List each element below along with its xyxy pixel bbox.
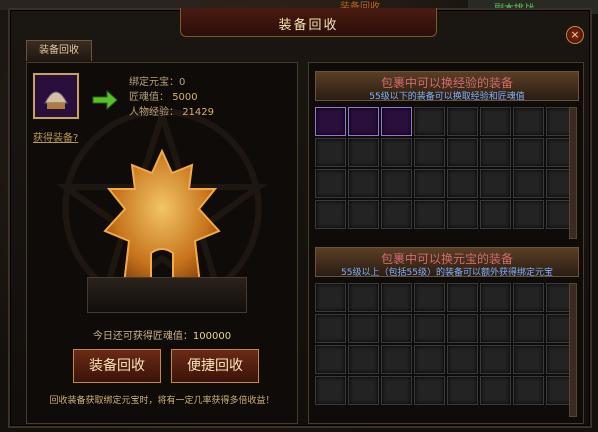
exp-label: 人物经验： <box>129 107 179 118</box>
equipment-slot[interactable] <box>414 169 445 198</box>
equipment-recycle-window: 装备回收 × 装备回收 绑定元宝：0 匠魂值： 5000 人物经验： 21429… <box>8 8 592 428</box>
equipment-slot[interactable] <box>513 283 544 312</box>
window-title: 装备回收 <box>278 18 339 33</box>
arrow-right-icon <box>92 89 118 111</box>
equipment-slot[interactable] <box>348 107 379 136</box>
equipment-slot[interactable] <box>414 345 445 374</box>
equipment-slot[interactable] <box>348 345 379 374</box>
exp-grid-scrollbar[interactable] <box>569 107 577 239</box>
recycle-item-slot[interactable] <box>33 73 79 119</box>
equipment-slot[interactable] <box>315 345 346 374</box>
equipment-slot[interactable] <box>480 169 511 198</box>
equipment-slot[interactable] <box>381 345 412 374</box>
recycle-pedestal <box>87 277 247 313</box>
equipment-slot[interactable] <box>480 200 511 229</box>
equipment-slot[interactable] <box>381 169 412 198</box>
equipment-slot[interactable] <box>315 200 346 229</box>
equipment-slot[interactable] <box>381 376 412 405</box>
equipment-slot[interactable] <box>513 314 544 343</box>
equipment-slot[interactable] <box>348 169 379 198</box>
today-value: 100000 <box>192 331 232 342</box>
equipment-slot[interactable] <box>513 345 544 374</box>
equipment-slot[interactable] <box>447 200 478 229</box>
equipment-slot[interactable] <box>315 107 346 136</box>
equipment-slot[interactable] <box>480 314 511 343</box>
equipment-slot[interactable] <box>447 107 478 136</box>
equipment-slot[interactable] <box>381 283 412 312</box>
today-soul-limit: 今日还可获得匠魂值：100000 <box>27 327 297 342</box>
recycle-button[interactable]: 装备回收 <box>73 349 161 383</box>
exp-equipment-grid <box>315 107 579 229</box>
close-button[interactable]: × <box>566 26 584 44</box>
equipment-slot[interactable] <box>513 169 544 198</box>
equipment-slot[interactable] <box>315 138 346 167</box>
equipment-slot[interactable] <box>447 169 478 198</box>
equipment-slot[interactable] <box>513 200 544 229</box>
equipment-slot[interactable] <box>414 107 445 136</box>
equipment-slot[interactable] <box>381 200 412 229</box>
gold-section-header: 包裹中可以换元宝的装备 55级以上（包括55级）的装备可以额外获得绑定元宝 <box>315 247 579 278</box>
equipment-slot[interactable] <box>480 107 511 136</box>
exp-section-subtitle: 55级以下的装备可以换取经验和匠魂值 <box>369 92 525 102</box>
recycle-bag-panel: 包裹中可以换经验的装备 55级以下的装备可以换取经验和匠魂值 包裹中可以换元宝的… <box>308 62 584 424</box>
helmet-item-icon <box>35 75 77 117</box>
equipment-slot[interactable] <box>414 283 445 312</box>
window-titlebar: 装备回收 <box>180 8 437 37</box>
equipment-slot[interactable] <box>447 283 478 312</box>
equipment-slot[interactable] <box>315 283 346 312</box>
equipment-slot[interactable] <box>414 376 445 405</box>
equipment-slot[interactable] <box>348 138 379 167</box>
gold-equipment-grid <box>315 283 579 405</box>
equipment-slot[interactable] <box>513 138 544 167</box>
soul-value: 5000 <box>172 92 198 103</box>
equipment-slot[interactable] <box>447 314 478 343</box>
recycle-rewards-info: 绑定元宝：0 匠魂值： 5000 人物经验： 21429 <box>129 75 214 120</box>
gold-grid-scrollbar[interactable] <box>569 283 577 417</box>
exp-value: 21429 <box>182 107 214 118</box>
equipment-slot[interactable] <box>414 200 445 229</box>
equipment-slot[interactable] <box>414 314 445 343</box>
equipment-slot[interactable] <box>480 283 511 312</box>
equipment-slot[interactable] <box>348 200 379 229</box>
quick-recycle-button[interactable]: 便捷回收 <box>171 349 259 383</box>
tab-equipment-recycle[interactable]: 装备回收 <box>26 40 92 61</box>
equipment-slot[interactable] <box>348 376 379 405</box>
equipment-slot[interactable] <box>381 138 412 167</box>
equipment-slot[interactable] <box>513 107 544 136</box>
equipment-slot[interactable] <box>348 283 379 312</box>
soul-label: 匠魂值： <box>129 92 169 103</box>
equipment-slot[interactable] <box>381 107 412 136</box>
exp-section-header: 包裹中可以换经验的装备 55级以下的装备可以换取经验和匠魂值 <box>315 71 579 102</box>
exp-text: 人物经验： 21429 <box>129 105 214 120</box>
equipment-slot[interactable] <box>381 314 412 343</box>
equipment-slot[interactable] <box>315 169 346 198</box>
equipment-slot[interactable] <box>315 314 346 343</box>
equipment-slot[interactable] <box>480 345 511 374</box>
today-label: 今日还可获得匠魂值： <box>92 331 193 342</box>
equipment-slot[interactable] <box>447 138 478 167</box>
equipment-slot[interactable] <box>447 345 478 374</box>
equipment-slot[interactable] <box>447 376 478 405</box>
get-equipment-link[interactable]: 获得装备? <box>33 129 78 144</box>
equipment-slot[interactable] <box>513 376 544 405</box>
equipment-slot[interactable] <box>480 376 511 405</box>
equipment-slot[interactable] <box>348 314 379 343</box>
recycle-note: 回收装备获取绑定元宝时，将有一定几率获得多倍收益！ <box>49 396 275 406</box>
gold-section-subtitle: 55级以上（包括55级）的装备可以额外获得绑定元宝 <box>341 268 553 278</box>
equipment-slot[interactable] <box>414 138 445 167</box>
soul-text: 匠魂值： 5000 <box>129 90 214 105</box>
equipment-slot[interactable] <box>480 138 511 167</box>
equipment-slot[interactable] <box>315 376 346 405</box>
bound-gold-text: 绑定元宝：0 <box>129 77 186 88</box>
recycle-left-panel: 绑定元宝：0 匠魂值： 5000 人物经验： 21429 获得装备? 今日还可获… <box>26 62 298 424</box>
